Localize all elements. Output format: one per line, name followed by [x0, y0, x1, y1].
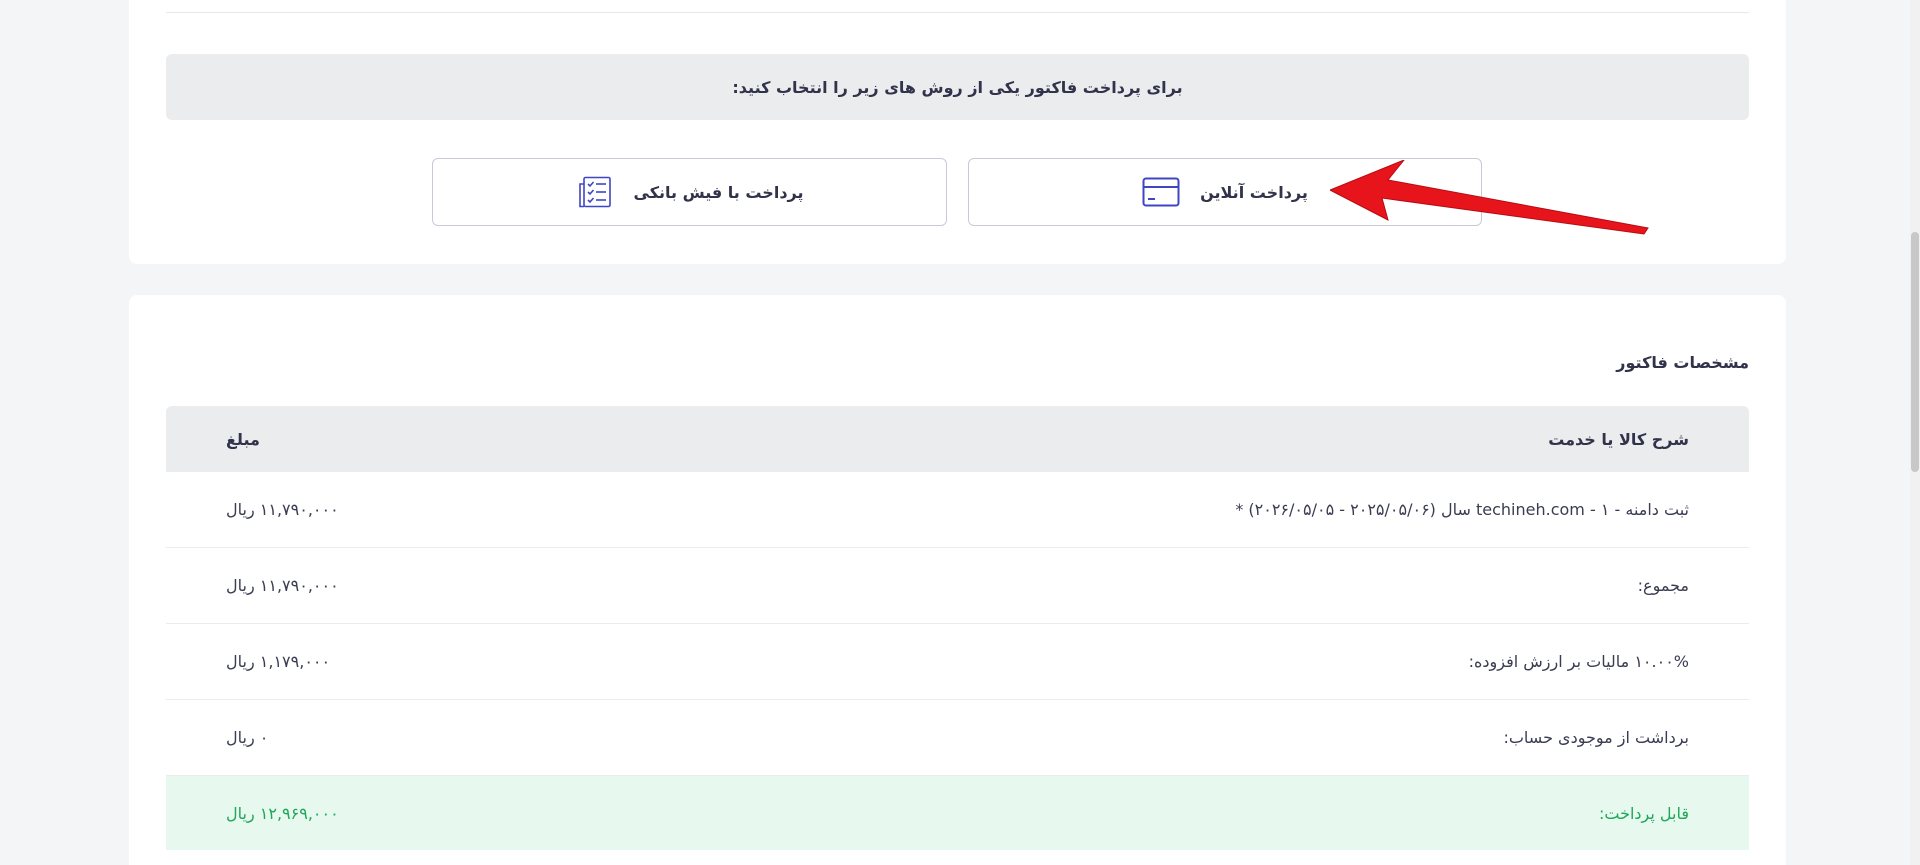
invoice-page: برای پرداخت فاکتور یکی از روش های زیر را… [0, 0, 1920, 865]
row-amount: ۱۱,۷۹۰,۰۰۰ ریال [226, 576, 339, 595]
payment-instruction-banner: برای پرداخت فاکتور یکی از روش های زیر را… [166, 54, 1749, 120]
bank-slip-payment-label: پرداخت با فیش بانکی [633, 182, 804, 202]
bank-slip-payment-button[interactable]: پرداخت با فیش بانکی [432, 158, 947, 226]
scrollbar-thumb[interactable] [1911, 232, 1919, 472]
payment-methods-card: برای پرداخت فاکتور یکی از روش های زیر را… [129, 0, 1786, 264]
row-description: ۱۰.۰۰% مالیات بر ارزش افزوده: [1468, 652, 1689, 671]
header-amount: مبلغ [226, 429, 260, 449]
row-description: مجموع: [1637, 576, 1689, 595]
invoice-details-title: مشخصات فاکتور [1616, 353, 1749, 372]
total-label: قابل پرداخت: [1598, 803, 1689, 823]
online-payment-button[interactable]: پرداخت آنلاین [968, 158, 1482, 226]
row-amount: ۱,۱۷۹,۰۰۰ ریال [226, 652, 331, 671]
table-row: ثبت دامنه - ۱ - techineh.com سال (۲۰۲۵/۰… [166, 472, 1749, 548]
table-row: ۱۰.۰۰% مالیات بر ارزش افزوده: ۱,۱۷۹,۰۰۰ … [166, 624, 1749, 700]
page-scrollbar[interactable] [1910, 0, 1920, 865]
row-description: برداشت از موجودی حساب: [1503, 728, 1689, 747]
online-payment-label: پرداخت آنلاین [1200, 182, 1308, 202]
table-row: برداشت از موجودی حساب: ۰ ریال [166, 700, 1749, 776]
header-description: شرح کالا یا خدمت [1548, 429, 1689, 449]
invoice-table: شرح کالا یا خدمت مبلغ ثبت دامنه - ۱ - te… [166, 406, 1749, 850]
row-description: ثبت دامنه - ۱ - techineh.com سال (۲۰۲۵/۰… [1235, 500, 1689, 519]
invoice-details-card: مشخصات فاکتور شرح کالا یا خدمت مبلغ ثبت … [129, 295, 1786, 865]
checklist-icon [576, 175, 614, 209]
row-amount: ۱۱,۷۹۰,۰۰۰ ریال [226, 500, 339, 519]
credit-card-icon [1142, 175, 1180, 209]
table-header: شرح کالا یا خدمت مبلغ [166, 406, 1749, 472]
divider [166, 12, 1749, 13]
table-row: مجموع: ۱۱,۷۹۰,۰۰۰ ریال [166, 548, 1749, 624]
total-payable-row: قابل پرداخت: ۱۲,۹۶۹,۰۰۰ ریال [166, 776, 1749, 850]
total-amount: ۱۲,۹۶۹,۰۰۰ ریال [226, 803, 339, 823]
payment-instruction-text: برای پرداخت فاکتور یکی از روش های زیر را… [732, 77, 1183, 97]
row-amount: ۰ ریال [226, 728, 269, 747]
